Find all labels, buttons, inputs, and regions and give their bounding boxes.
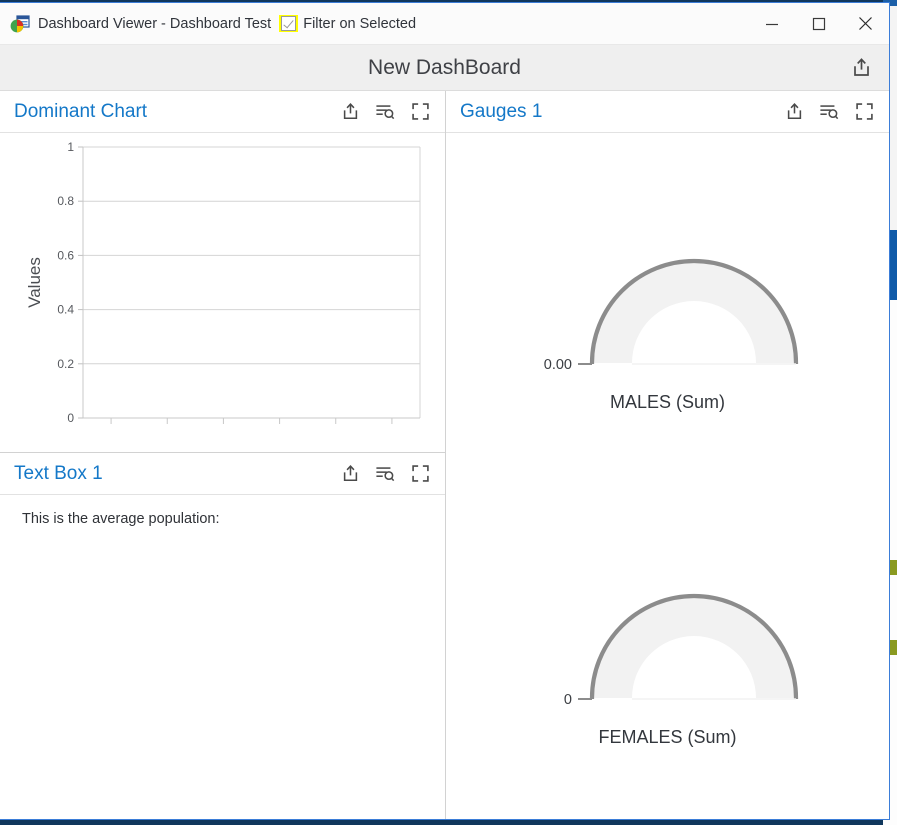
panel-title-dominant-chart: Dominant Chart [14,100,148,122]
expand-button[interactable] [853,101,875,123]
panel-title-text-box: Text Box 1 [14,462,103,484]
expand-icon [411,465,429,482]
filter-list-button[interactable] [374,463,396,485]
minimize-icon [765,23,778,25]
panel-title-gauges: Gauges 1 [460,100,543,122]
dashboard-export-button[interactable] [847,54,875,82]
gauge-track [591,596,796,698]
dashboard-app-icon [9,14,31,34]
panel-dominant-chart: Dominant Chart 0 0.2 0.4 0.6 0.8 1 Value… [0,91,445,453]
maximize-button[interactable] [795,3,842,44]
window-controls [748,3,889,44]
export-button[interactable] [783,101,805,123]
filter-on-selected-label: Filter on Selected [303,15,417,32]
y-tick-label: 0.6 [57,248,74,262]
minimize-button[interactable] [748,3,795,44]
panel-tools-gauges [783,101,875,123]
export-button[interactable] [339,101,361,123]
panel-tools-dominant-chart [339,101,431,123]
export-icon [343,465,357,482]
export-icon [343,103,357,120]
filter-list-icon [820,105,839,120]
panel-header-text-box: Text Box 1 [0,453,445,495]
export-icon [787,103,801,120]
filter-on-selected-checkbox[interactable]: Filter on Selected [279,15,416,32]
gauge-min-label: 0 [563,692,571,708]
dashboard-body: Dominant Chart 0 0.2 0.4 0.6 0.8 1 Value… [0,91,889,819]
filter-list-icon [376,467,395,482]
dashboard-viewer-window: Dashboard Viewer - Dashboard Test Filter… [0,2,890,820]
y-tick-label: 0.8 [57,194,74,208]
close-icon [859,17,872,30]
dominant-chart-plot[interactable]: 0 0.2 0.4 0.6 0.8 1 Values [0,133,445,451]
export-icon [853,58,869,76]
maximize-icon [812,17,825,30]
panel-tools-text-box [339,463,431,485]
gauge-track [591,261,796,363]
panel-body-text-box: This is the average population: [0,495,445,819]
text-box-content[interactable]: This is the average population: [0,495,445,527]
panel-body-dominant-chart: 0 0.2 0.4 0.6 0.8 1 Values [0,133,445,452]
checkbox-highlight [279,15,299,32]
gauge-males-dial: 0.00 [543,258,798,373]
export-button[interactable] [339,463,361,485]
right-column: Gauges 1 0.00 MALES (Sum) 0 FEMALES (Sum… [446,91,889,819]
expand-button[interactable] [409,463,431,485]
gauge-min-label: 0.00 [543,357,571,373]
panel-header-gauges: Gauges 1 [446,91,889,133]
gauge-caption: MALES (Sum) [609,392,726,412]
filter-list-button[interactable] [818,101,840,123]
close-button[interactable] [842,3,889,44]
panel-header-dominant-chart: Dominant Chart [0,91,445,133]
y-axis-label: Values [25,257,44,308]
window-title-bar: Dashboard Viewer - Dashboard Test Filter… [0,3,889,45]
panel-text-box: Text Box 1 This is the average populatio… [0,453,445,819]
filter-list-button[interactable] [374,101,396,123]
expand-icon [855,103,873,120]
gauge-females-dial: 0 [563,593,798,708]
dashboard-title: New DashBoard [368,55,521,79]
expand-icon [411,103,429,120]
gauge-males[interactable]: 0.00 MALES (Sum) [488,200,848,413]
left-column: Dominant Chart 0 0.2 0.4 0.6 0.8 1 Value… [0,91,446,819]
dashboard-header: New DashBoard [0,45,889,91]
expand-button[interactable] [409,101,431,123]
panel-body-gauges: 0.00 MALES (Sum) 0 FEMALES (Sum) [446,133,889,819]
window-title: Dashboard Viewer - Dashboard Test [38,15,272,32]
gauges-container: 0.00 MALES (Sum) 0 FEMALES (Sum) [446,133,889,819]
y-tick-label: 0 [67,411,74,425]
gauge-females[interactable]: 0 FEMALES (Sum) [488,535,848,748]
y-tick-label: 0.2 [57,357,74,371]
checkbox-box[interactable] [281,16,297,31]
y-tick-label: 1 [67,140,74,154]
gauge-caption: FEMALES (Sum) [598,727,737,747]
panel-gauges: Gauges 1 0.00 MALES (Sum) 0 FEMALES (Sum… [446,91,889,819]
filter-list-icon [376,105,395,120]
y-tick-label: 0.4 [57,303,74,317]
